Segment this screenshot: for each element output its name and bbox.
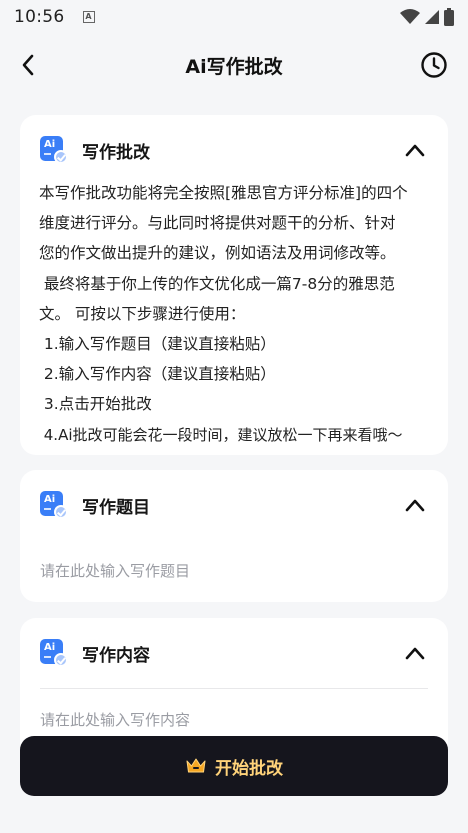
intro-card-title: 写作批改 (82, 142, 150, 163)
topic-input[interactable]: 请在此处输入写作题目 (20, 560, 448, 581)
intro-line: 2.输入写作内容（建议直接粘贴） (39, 365, 276, 384)
status-time: 10:56 (14, 7, 65, 27)
battery-icon (444, 8, 454, 26)
crown-icon (186, 758, 206, 773)
chevron-left-icon (22, 54, 34, 76)
nav-bar: Ai写作批改 (0, 34, 468, 96)
intro-line: 1.输入写作题目（建议直接粘贴） (39, 335, 276, 354)
content-card-header[interactable]: Ai 写作内容 (20, 618, 448, 688)
clock-icon (421, 52, 447, 78)
intro-description: 本写作批改功能将完全按照[雅思官方评分标准]的四个 维度进行评分。与此同时将提供… (20, 178, 448, 450)
intro-line: 3.点击开始批改 (39, 395, 152, 414)
start-review-label: 开始批改 (215, 758, 283, 779)
topic-card: Ai 写作题目 请在此处输入写作题目 (20, 470, 448, 602)
status-icons (400, 8, 454, 26)
intro-card-header[interactable]: Ai 写作批改 (20, 115, 448, 185)
wifi-icon (400, 9, 420, 24)
intro-line: 最终将基于你上传的作文优化成一篇7-8分的雅思范 (39, 274, 395, 293)
chevron-up-icon[interactable] (404, 495, 426, 515)
intro-line: 4.Ai批改可能会花一段时间，建议放松一下再来看哦～ (39, 425, 403, 444)
ai-badge-icon: Ai (40, 136, 68, 164)
ai-badge-icon: Ai (40, 639, 68, 667)
content-card-title: 写作内容 (82, 645, 150, 666)
chevron-up-icon[interactable] (404, 643, 426, 663)
ai-badge-icon: Ai (40, 491, 68, 519)
intro-line: 文。 可按以下步骤进行使用： (39, 304, 246, 323)
topic-card-title: 写作题目 (82, 497, 150, 518)
start-review-button[interactable]: 开始批改 (20, 736, 448, 796)
status-notification-icon: A (82, 11, 95, 23)
intro-line: 您的作文做出提升的建议，例如语法及用词修改等。 (39, 244, 396, 263)
divider (40, 688, 428, 689)
chevron-up-icon[interactable] (404, 140, 426, 160)
page-title: Ai写作批改 (185, 55, 283, 78)
status-bar: 10:56 A (0, 0, 468, 34)
history-button[interactable] (420, 51, 448, 79)
intro-line: 维度进行评分。与此同时将提供对题干的分析、针对 (39, 214, 396, 233)
topic-card-header[interactable]: Ai 写作题目 (20, 470, 448, 540)
intro-card: Ai 写作批改 本写作批改功能将完全按照[雅思官方评分标准]的四个 维度进行评分… (20, 115, 448, 455)
signal-icon (425, 10, 439, 24)
back-button[interactable] (14, 50, 42, 80)
content-input[interactable]: 请在此处输入写作内容 (20, 709, 448, 730)
